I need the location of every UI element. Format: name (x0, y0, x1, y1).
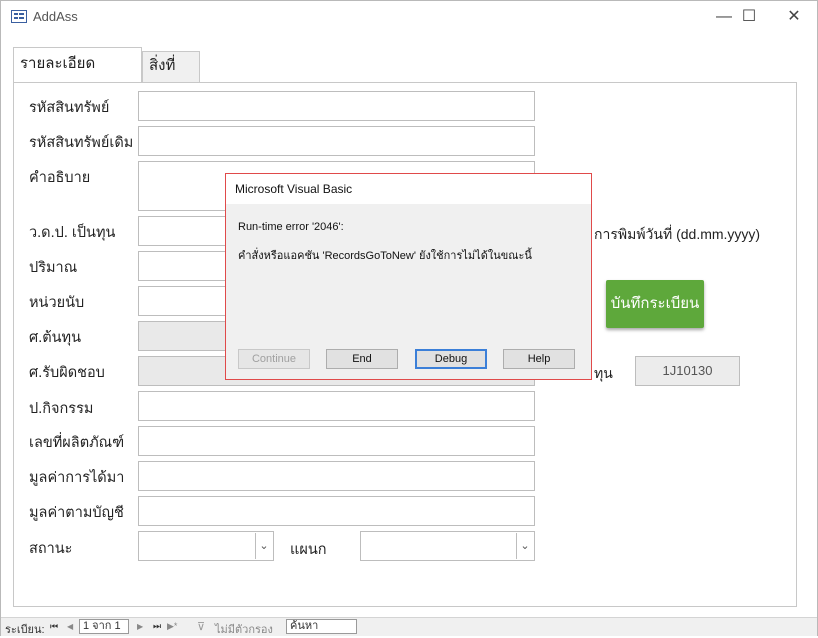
window-title: AddAss (33, 9, 78, 24)
search-input[interactable]: ค้นหา (286, 619, 357, 634)
responsible-center-label: ศ.รับผิดชอบ (29, 365, 105, 381)
first-record-icon[interactable]: ⏮ (50, 621, 58, 632)
new-record-icon[interactable]: ▶* (167, 621, 177, 632)
form-icon (11, 10, 27, 23)
chevron-down-icon[interactable]: ⌄ (516, 533, 533, 559)
cost-center-label: ศ.ต้นทุน (29, 330, 82, 346)
dialog-title: Microsoft Visual Basic (235, 182, 353, 196)
record-navigation-bar: ระเบียน: ⏮ ◀ 1 จาก 1 ▶ ⏭ ▶* ⊽ ไม่มีตัวกร… (1, 617, 817, 636)
dialog-title-bar: Microsoft Visual Basic (226, 174, 591, 204)
print-date-label: การพิมพ์วันที่ (dd.mm.yyyy) (594, 226, 761, 242)
previous-record-icon[interactable]: ◀ (67, 622, 73, 631)
asset-class-code-field: 1J10130 (635, 356, 740, 386)
serial-number-input[interactable] (138, 426, 535, 456)
tab-asset-details[interactable]: รายละเอียดสินทรัพย์ (13, 47, 142, 104)
activity-label: ป.กิจกรรม (29, 401, 94, 417)
end-button[interactable]: End (326, 349, 398, 369)
department-label: แผนก (290, 542, 327, 558)
last-record-icon[interactable]: ⏭ (153, 621, 161, 632)
acquisition-value-input[interactable] (138, 461, 535, 491)
record-position-input[interactable]: 1 จาก 1 (79, 619, 129, 634)
book-value-input[interactable] (138, 496, 535, 526)
vba-error-dialog: Microsoft Visual Basic Run-time error '2… (225, 173, 592, 380)
help-button[interactable]: Help (503, 349, 575, 369)
status-dropdown[interactable]: ⌄ (138, 531, 274, 561)
capitalized-date-label: ว.ด.ป. เป็นทุน (29, 225, 116, 241)
no-filter-label[interactable]: ไม่มีตัวกรอง (215, 620, 273, 638)
save-record-button[interactable]: บันทึกระเบียน (606, 280, 704, 328)
next-record-icon[interactable]: ▶ (137, 622, 143, 631)
error-message-text: คำสั่งหรือแอคชัน 'RecordsGoToNew' ยังใช้… (238, 250, 532, 262)
debug-button[interactable]: Debug (415, 349, 487, 369)
close-button[interactable]: ✕ (771, 5, 817, 29)
title-bar: AddAss — ☐ ✕ (1, 1, 817, 33)
acquisition-value-label: มูลค่าการได้มา (29, 470, 125, 486)
old-asset-code-input[interactable] (138, 126, 535, 156)
quantity-label: ปริมาณ (29, 260, 78, 276)
addass-form-window: AddAss — ☐ ✕ รายละเอียดสินทรัพย์ สิ่งที่… (0, 0, 818, 636)
asset-code-label: รหัสสินทรัพย์ (29, 100, 110, 116)
serial-number-label: เลขที่ผลิตภัณฑ์ (29, 435, 125, 451)
record-label: ระเบียน: (5, 624, 45, 636)
old-asset-code-label: รหัสสินทรัพย์เดิม (29, 135, 134, 151)
department-dropdown[interactable]: ⌄ (360, 531, 535, 561)
asset-code-input[interactable] (138, 91, 535, 121)
description-label: คำอธิบาย (29, 170, 91, 186)
maximize-button[interactable]: ☐ (726, 5, 772, 29)
activity-input[interactable] (138, 391, 535, 421)
chevron-down-icon[interactable]: ⌄ (255, 533, 272, 559)
filter-icon: ⊽ (197, 621, 206, 633)
continue-button: Continue (238, 349, 310, 369)
unit-label: หน่วยนับ (29, 295, 85, 311)
status-label: สถานะ (29, 541, 73, 557)
book-value-label: มูลค่าตามบัญชี (29, 505, 124, 521)
error-code-text: Run-time error '2046': (238, 221, 344, 233)
tab-attachments[interactable]: สิ่งที่แนบ (142, 51, 200, 102)
trailing-label: ทุน (594, 365, 613, 381)
